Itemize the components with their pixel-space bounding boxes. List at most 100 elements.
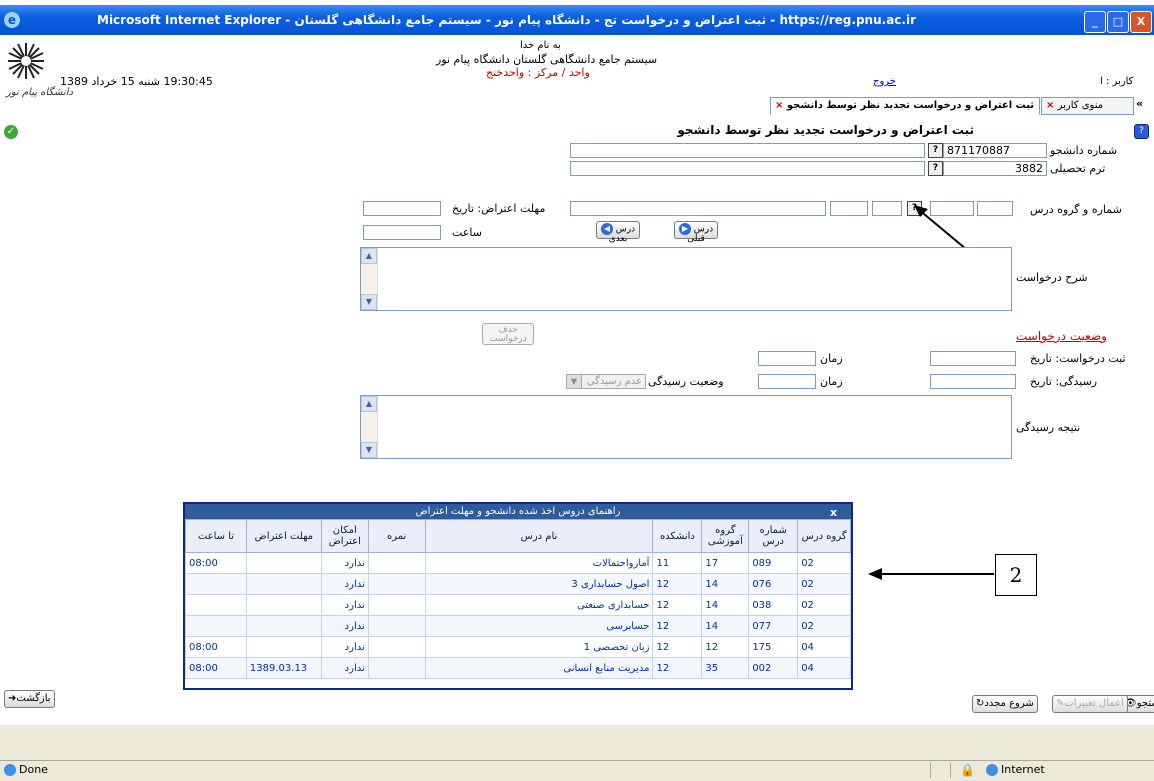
table-row[interactable]: 02 038 14 12 حسابداری صنعتی ندارد [185,594,851,616]
scroll-down-icon[interactable]: ▼ [361,294,377,310]
col-course-name[interactable]: نام درس [424,519,654,553]
table-row[interactable]: 04 175 12 12 زبان تخصصی 1 ندارد 08:00 [185,636,851,658]
globe-icon [986,764,998,776]
chevron-down-icon[interactable]: ▼ [567,375,582,388]
table-row[interactable]: 02 077 14 12 حسابرسی ندارد [185,615,851,637]
tab-label: منوی کاربر [1057,100,1104,111]
cell-grade [367,657,426,679]
tab-user-menu[interactable]: × منوی کاربر [1041,97,1134,115]
cell-until-time [185,615,247,637]
scroll-down-icon[interactable]: ▼ [361,442,377,458]
window-title: https://reg.pnu.ac.ir - ثبت اعتراض و درخ… [97,13,916,27]
request-desc-scrollbar[interactable]: ▲ ▼ [361,248,378,310]
cell-edu-group: 17 [701,552,750,574]
cell-can-object: ندارد [320,657,369,679]
col-grade[interactable]: نمره [367,519,426,553]
tab-close-icon[interactable]: × [775,100,783,111]
review-date-field[interactable] [930,374,1016,389]
col-edu-group[interactable]: گروه آموزشی [701,519,750,553]
cell-course-number: 076 [748,573,799,595]
col-until-time[interactable]: تا ساعت [185,519,247,553]
deadline-time-field[interactable] [363,225,441,240]
user-label: کاربر : ا [1100,76,1134,87]
student-number-field[interactable]: 871170887 [943,143,1047,158]
term-field[interactable]: 3882 [943,161,1047,176]
help-icon[interactable]: ? [1134,124,1149,139]
scroll-up-icon[interactable]: ▲ [361,396,377,412]
cell-faculty: 12 [652,594,703,616]
scroll-up-icon[interactable]: ▲ [361,248,377,264]
datetime: 19:30:45 شنبه 15 خرداد 1389 [60,75,213,88]
term-lookup-button[interactable]: ? [928,161,943,176]
courses-table: گروه درس شماره درس گروه آموزشی دانشکده ن… [185,519,851,679]
next-course-button[interactable]: ◀ درس بعدی [596,221,640,243]
table-header-row: گروه درس شماره درس گروه آموزشی دانشکده ن… [185,519,851,553]
tab-label: ثبت اعتراض و درخواست تجدید نظر توسط دانش… [786,100,1035,111]
exit-link[interactable]: خروج [873,76,896,87]
cell-can-object: ندارد [320,594,369,616]
status-divider [930,763,931,778]
tab-objection-form[interactable]: × ثبت اعتراض و درخواست تجدید نظر توسط دا… [770,97,1040,115]
status-divider [950,763,951,778]
col-can-object[interactable]: امکان اعتراض [320,519,369,553]
request-desc-label: شرح درخواست [1016,271,1088,284]
cell-edu-group: 14 [701,615,750,637]
course-number-field[interactable] [977,201,1013,216]
student-name-field[interactable] [570,143,925,158]
cell-group: 04 [797,657,851,679]
close-button[interactable]: X [1130,11,1152,33]
cell-deadline [245,552,322,574]
minimize-button[interactable]: _ [1084,11,1106,33]
table-row[interactable]: 04 002 35 12 مدیریت منابع انسانی ندارد 1389.03… [185,657,851,679]
cell-faculty: 12 [652,615,703,637]
col-group[interactable]: گروه درس [797,519,851,553]
status-done-text: Done [19,763,48,776]
unit-center: واحد / مرکز : واحدخنج [486,66,590,79]
ie-icon: e [4,12,20,28]
popup-close-icon[interactable]: x [830,505,837,520]
cell-course-name: حسابداری صنعتی [424,594,654,616]
cell-grade [367,552,426,574]
deadline-date-field[interactable] [363,201,441,216]
collapse-icon[interactable]: « [1136,97,1143,110]
cell-course-number: 077 [748,615,799,637]
callout-arrow-2 [868,568,994,580]
review-status-select[interactable]: ▼ عدم رسیدگی [566,374,646,389]
cell-deadline [245,573,322,595]
apply-changes-button[interactable]: ✎اعمال تغییرات [1052,695,1128,713]
request-time-field[interactable] [758,351,816,366]
deadline-time-label: ساعت [452,226,482,239]
student-lookup-button[interactable]: ? [928,143,943,158]
back-button[interactable]: ➜بازگشت [4,690,55,708]
cell-edu-group: 12 [701,636,750,658]
col-faculty[interactable]: دانشکده [652,519,703,553]
prev-course-button[interactable]: ▶ درس قبلی [674,221,718,243]
cell-deadline [245,615,322,637]
review-result-scrollbar[interactable]: ▲ ▼ [361,396,378,458]
cell-deadline [245,636,322,658]
cell-course-number: 002 [748,657,799,679]
tab-close-icon[interactable]: × [1046,100,1054,111]
col-course-number[interactable]: شماره درس [748,519,799,553]
cell-until-time: 08:00 [185,657,247,679]
term-name-field[interactable] [570,161,925,176]
university-logo [8,43,44,79]
review-time-field[interactable] [758,374,816,389]
col-deadline[interactable]: مهلت اعتراض [245,519,322,553]
restart-button[interactable]: ↻شروع مجدد [972,695,1038,713]
delete-request-button[interactable]: حذف درخواست [482,323,534,345]
request-desc-textarea[interactable]: ▲ ▼ [360,247,1012,311]
maximize-button[interactable]: □ [1107,11,1129,33]
review-result-textarea[interactable]: ▲ ▼ [360,395,1012,459]
course-name-field[interactable] [570,201,826,216]
cell-faculty: 12 [652,573,703,595]
cell-group: 02 [797,573,851,595]
cell-course-name: اصول حسابداری 3 [424,573,654,595]
request-date-field[interactable] [930,351,1016,366]
table-row[interactable]: 02 089 17 11 آمارواحتمالات ندارد 08:00 [185,552,851,574]
review-status-label: وضعیت رسیدگی [648,375,724,388]
table-row[interactable]: 02 076 14 12 اصول حسابداری 3 ندارد [185,573,851,595]
course-field-b[interactable] [830,201,868,216]
course-field-a[interactable] [872,201,902,216]
form-title: ثبت اعتراض و درخواست تجدید نظر توسط دانش… [677,123,974,137]
